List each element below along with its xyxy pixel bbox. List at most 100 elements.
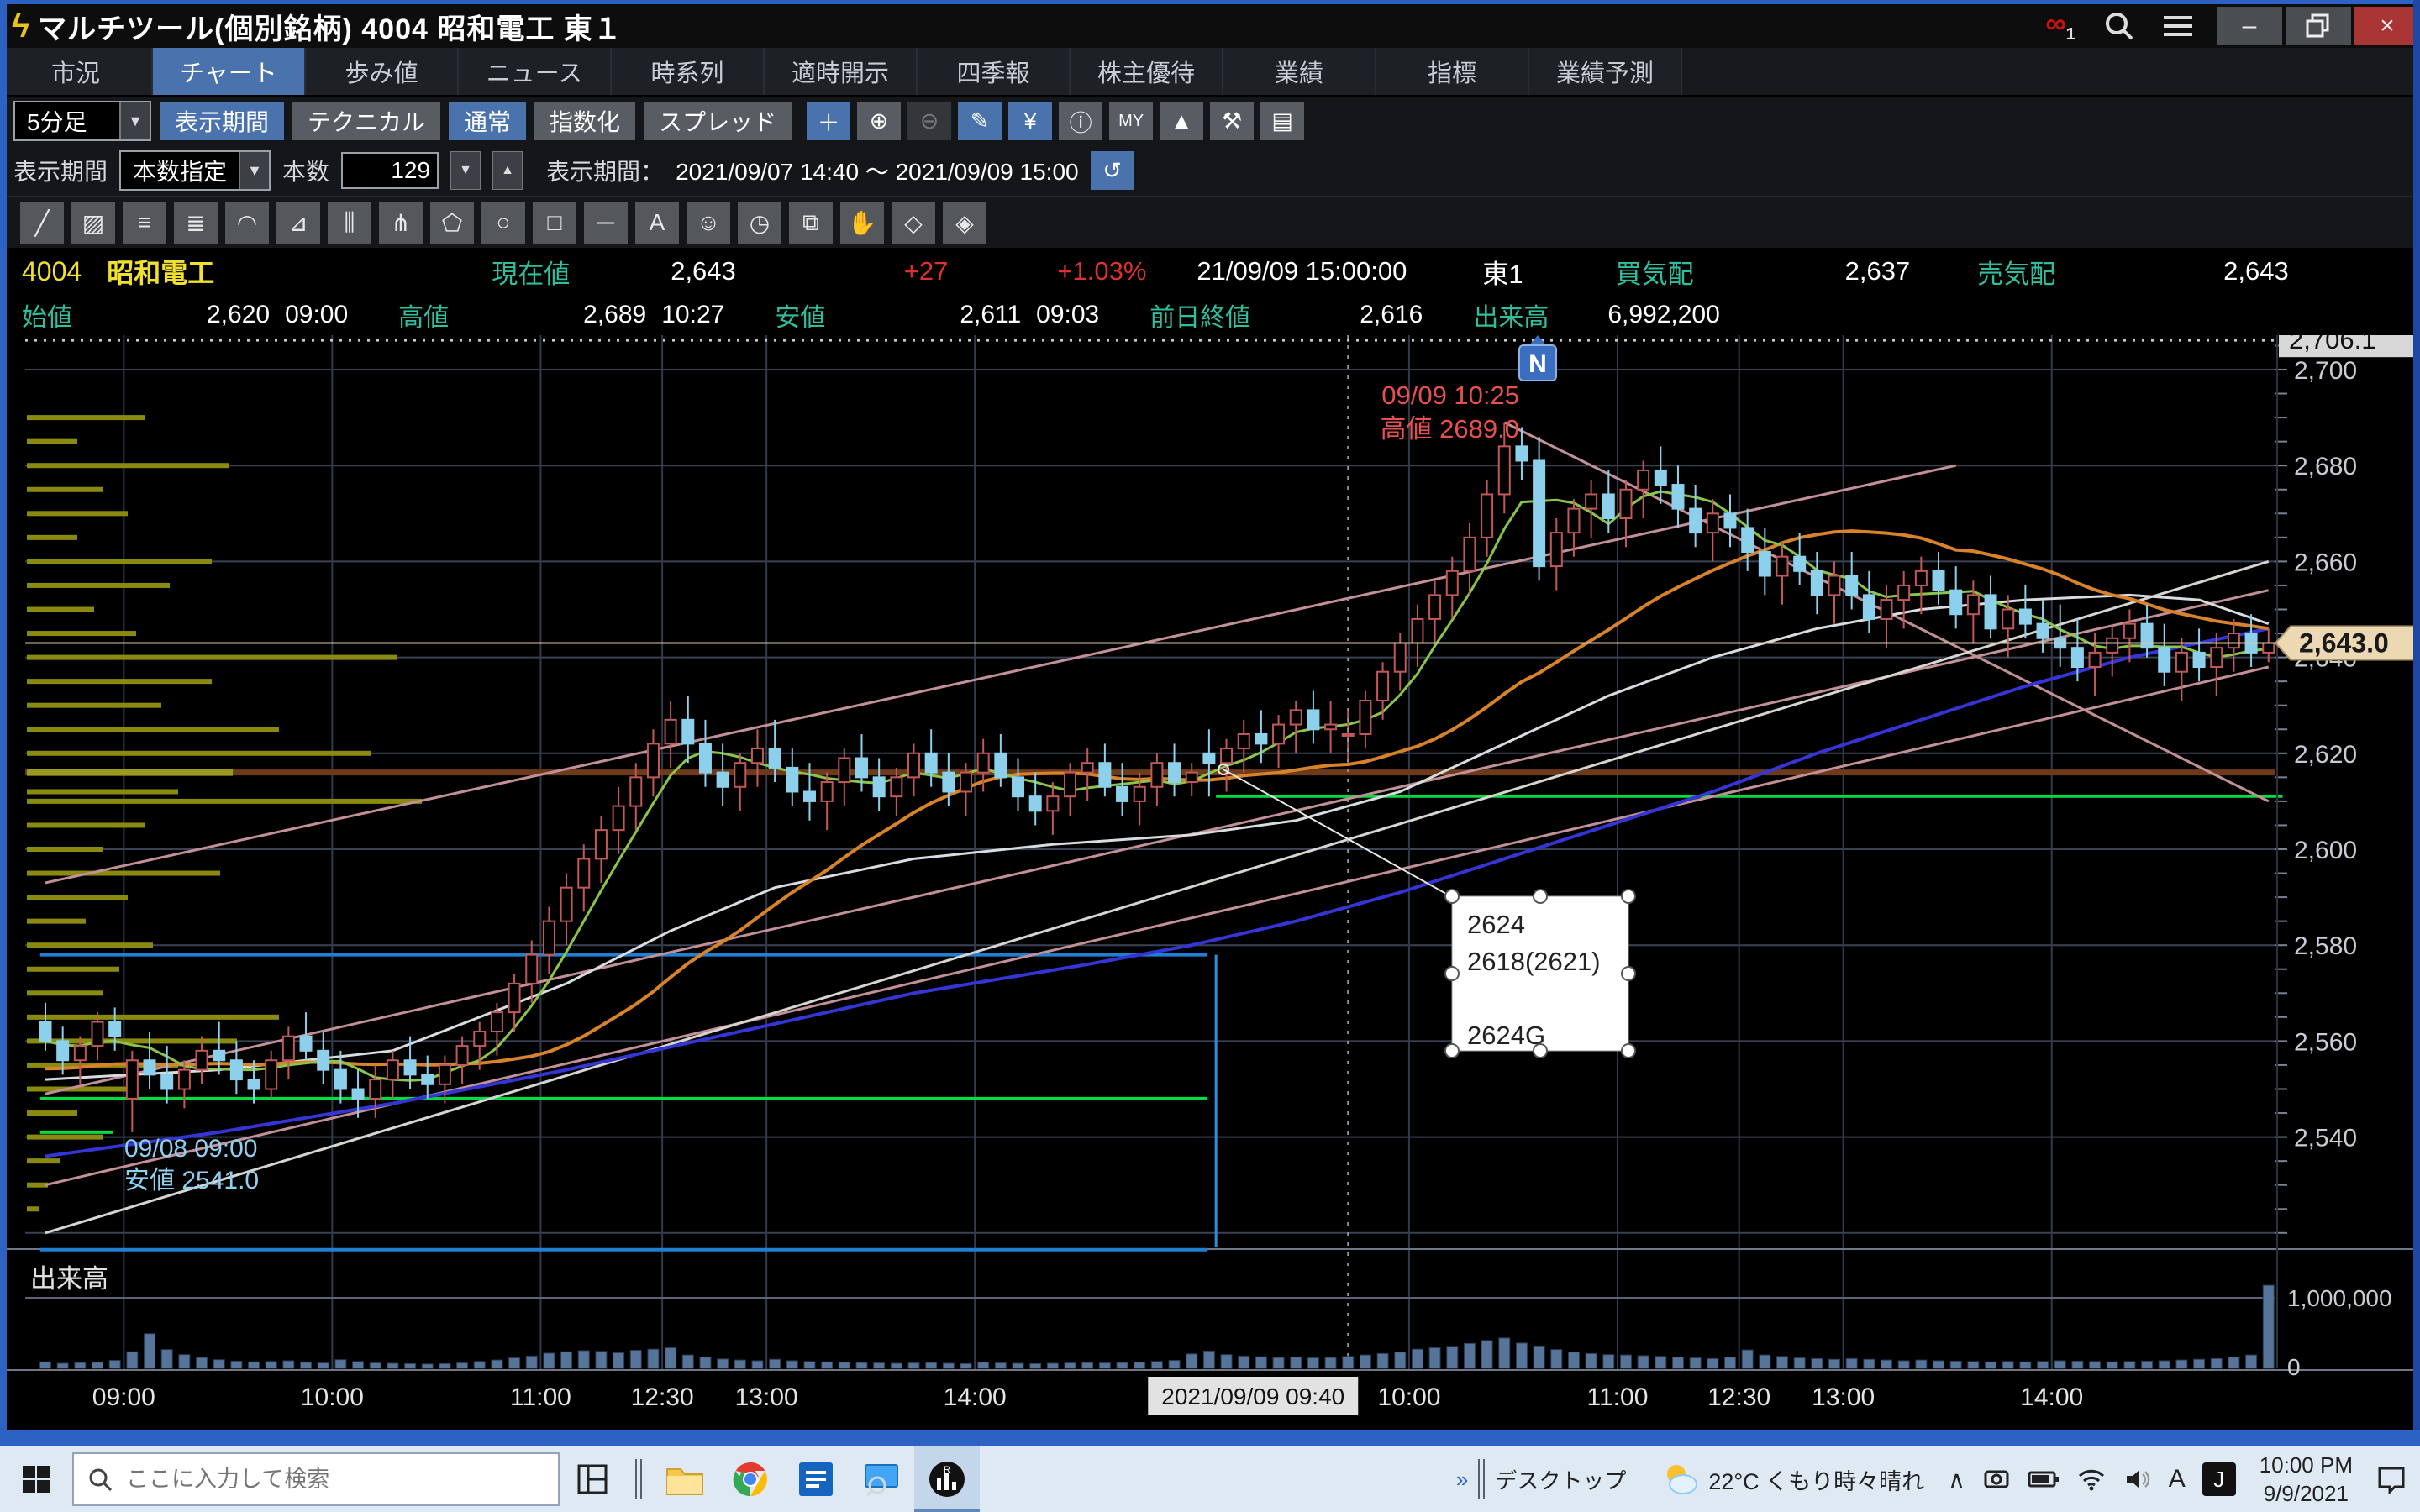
action-center-icon[interactable] (2376, 1465, 2407, 1494)
yen-icon[interactable]: ¥ (1008, 102, 1052, 140)
zoom-out-icon[interactable]: ⊖ (908, 102, 951, 140)
volume-value: 6,992,200 (1607, 301, 1719, 329)
tab-1[interactable]: チャート (153, 48, 306, 95)
rectangle-tool-icon[interactable]: □ (533, 202, 576, 244)
close-button[interactable]: × (2354, 7, 2420, 45)
two-hline-tool-icon[interactable]: ≡ (123, 202, 166, 244)
pitchfork-tool-icon[interactable]: ⋔ (379, 202, 423, 244)
speaker-icon[interactable] (2123, 1467, 2152, 1491)
current-price-label: 現在値 (492, 253, 570, 291)
area-chart-icon[interactable]: ▲ (1160, 102, 1203, 140)
camera-tray-icon[interactable] (1982, 1467, 2011, 1492)
marketspeed-app-icon[interactable]: R (914, 1446, 980, 1512)
start-button[interactable] (0, 1446, 72, 1512)
quote-datetime: 21/09/09 15:00:00 (1197, 256, 1407, 286)
price-chart[interactable]: 2,7002,6802,6602,6402,6202,6002,5802,560… (7, 335, 2420, 1430)
text-tool-icon[interactable]: A (635, 202, 679, 244)
tab-9[interactable]: 指標 (1376, 48, 1529, 95)
wrench-icon[interactable]: ⚒ (1210, 102, 1254, 140)
session-high-tag: 2,706.1 (2279, 335, 2420, 357)
prev-close: 2,616 (1360, 301, 1423, 329)
period-mode-select[interactable]: 本数指定▼ (119, 150, 271, 191)
range-label: 表示期間： (546, 154, 664, 187)
taskbar-overflow-chevron[interactable]: » (1456, 1467, 1468, 1493)
normal-button[interactable]: 通常 (449, 102, 526, 140)
volume-panel-label: 出来高 (30, 1264, 108, 1294)
chart-area[interactable]: 2,7002,6802,6602,6402,6202,6002,5802,560… (7, 335, 2420, 1430)
tab-8[interactable]: 業績 (1223, 48, 1376, 95)
info-icon[interactable]: ⓘ (1059, 102, 1102, 140)
fibonacci-arc-tool-icon[interactable]: ◠ (225, 202, 269, 244)
task-view-button[interactable] (560, 1446, 625, 1512)
technical-button[interactable]: テクニカル (292, 102, 440, 140)
interval-select[interactable]: 5分足▼ (13, 101, 151, 141)
desktop-toolbar-label[interactable]: デスクトップ (1495, 1464, 1626, 1495)
eraser-all-tool-icon[interactable]: ◈ (943, 202, 986, 244)
eraser-tool-icon[interactable]: ◇ (892, 202, 935, 244)
svg-text:N: N (1528, 350, 1547, 378)
volume-label: 出来高 (1473, 297, 1549, 333)
hidden-icons-chevron[interactable]: ∧ (1948, 1466, 1965, 1494)
restore-button[interactable] (2286, 7, 2351, 45)
print-icon[interactable]: ▤ (1260, 102, 1304, 140)
zoom-in-icon[interactable]: ⊕ (857, 102, 901, 140)
clock[interactable]: 10:00 PM 9/9/2021 (2260, 1451, 2353, 1508)
svg-text:10:00: 10:00 (301, 1383, 364, 1411)
display-period-button[interactable]: 表示期間 (160, 102, 284, 140)
volume-max-label: 1,000,000 (2287, 1285, 2392, 1311)
tab-7[interactable]: 株主優待 (1071, 48, 1223, 95)
battery-icon[interactable] (2028, 1468, 2060, 1490)
tab-6[interactable]: 四季報 (918, 48, 1071, 95)
reset-period-button[interactable]: ↺ (1091, 151, 1134, 190)
minimize-button[interactable]: – (2217, 7, 2282, 45)
svg-text:11:00: 11:00 (1587, 1383, 1649, 1411)
multi-hline-tool-icon[interactable]: ≣ (174, 202, 218, 244)
bar-count-input[interactable]: 129 (341, 152, 439, 189)
segment-tool-icon[interactable]: ─ (584, 202, 628, 244)
count-up-button[interactable]: ▲ (492, 151, 523, 190)
wifi-icon[interactable] (2076, 1467, 2107, 1491)
count-label: 本数 (282, 154, 329, 187)
time-marker-tool-icon[interactable]: ◷ (738, 202, 781, 244)
my-chart-icon[interactable]: MY (1109, 102, 1153, 140)
chevron-down-icon: ▼ (239, 152, 269, 189)
chrome-icon[interactable] (718, 1446, 783, 1512)
ime-mode-j[interactable]: J (2202, 1462, 2236, 1496)
menu-icon[interactable] (2154, 8, 2202, 45)
tab-0[interactable]: 市況 (0, 48, 153, 95)
search-input[interactable] (124, 1466, 497, 1494)
mail-app-icon[interactable] (783, 1446, 849, 1512)
icon-stamp-tool-icon[interactable]: ☺ (687, 202, 730, 244)
crosshair-icon[interactable]: ＋ (807, 102, 850, 140)
copy-tool-icon[interactable]: ⧉ (789, 202, 833, 244)
hatch-line-tool-icon[interactable]: ▨ (71, 202, 115, 244)
tab-2[interactable]: 歩み値 (306, 48, 459, 95)
count-down-button[interactable]: ▼ (450, 151, 481, 190)
ellipse-tool-icon[interactable]: ○ (481, 202, 525, 244)
tab-3[interactable]: ニュース (459, 48, 612, 95)
window-left-border (0, 0, 7, 1446)
index-button[interactable]: 指数化 (534, 102, 635, 140)
spread-button[interactable]: スプレッド (644, 102, 792, 140)
link-group-icon[interactable]: ∞1 (2037, 8, 2084, 45)
svg-text:2,540: 2,540 (2294, 1125, 2357, 1152)
vertical-lines-tool-icon[interactable]: ⫼ (328, 202, 371, 244)
pencil-icon[interactable]: ✎ (958, 102, 1002, 140)
bid-price: 2,637 (1845, 256, 1911, 286)
remote-app-icon[interactable] (849, 1446, 914, 1512)
tab-4[interactable]: 時系列 (612, 48, 765, 95)
tab-10[interactable]: 業績予測 (1529, 48, 1682, 95)
explorer-icon[interactable] (652, 1446, 718, 1512)
hand-tool-icon[interactable]: ✋ (840, 202, 884, 244)
ime-mode-a[interactable]: A (2169, 1465, 2186, 1494)
weather-text[interactable]: 22°C くもり時々晴れ (1708, 1463, 1924, 1496)
tab-5[interactable]: 適時開示 (765, 48, 918, 95)
svg-text:2,643.0: 2,643.0 (2299, 627, 2389, 658)
search-icon[interactable] (2096, 8, 2143, 45)
weather-icon[interactable] (1660, 1461, 1700, 1498)
trendline-tool-icon[interactable]: ╱ (20, 202, 64, 244)
fan-line-tool-icon[interactable]: ⊿ (276, 202, 320, 244)
pentagon-tool-icon[interactable]: ⬠ (430, 202, 474, 244)
taskbar-search[interactable] (72, 1452, 560, 1506)
low-time: 09:03 (1036, 301, 1099, 329)
